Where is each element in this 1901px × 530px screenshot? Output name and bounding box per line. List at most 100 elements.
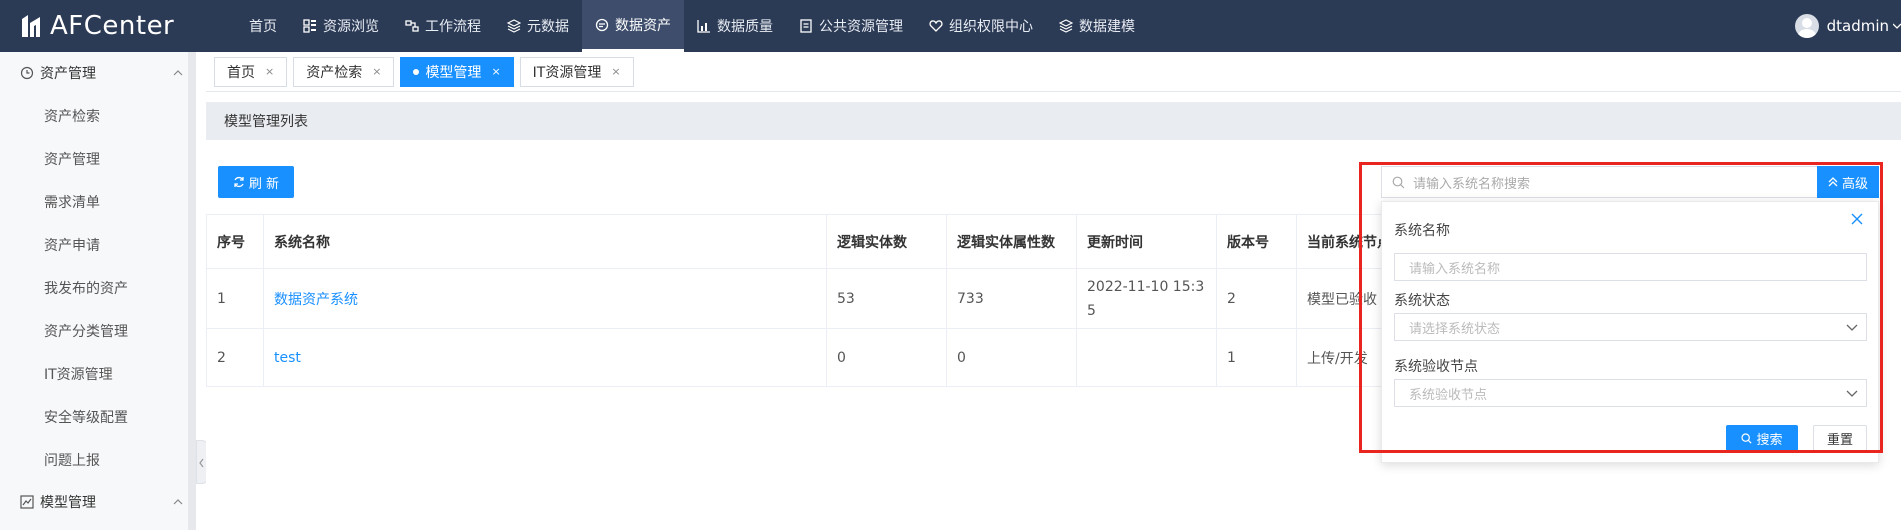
tab-it-resources[interactable]: IT资源管理 × [519,56,634,87]
system-name-label: 系统名称 [1394,223,1450,239]
chart-line-icon [20,495,34,509]
advanced-label: 高级 [1841,176,1868,192]
close-icon[interactable]: × [611,65,620,78]
nav-item-label: 工作流程 [425,19,481,35]
col-version: 版本号 [1216,214,1297,269]
sidebar-item-asset-application[interactable]: 资产申请 [0,223,195,266]
logo-text: AFCenter [50,11,175,41]
system-name-placeholder: 请输入系统名称 [1409,261,1501,277]
close-icon[interactable]: × [265,65,274,78]
cell-attributes: 0 [946,328,1077,387]
chevron-down-icon [1893,23,1901,29]
nav-item-data-quality[interactable]: 数据质量 [684,0,786,52]
nav-item-label: 首页 [249,19,277,35]
acceptance-node-placeholder: 系统验收节点 [1409,387,1488,403]
cell-attributes: 733 [946,268,1077,329]
heart-icon [929,20,943,32]
tab-model-management[interactable]: 模型管理 × [400,56,514,87]
tab-label: IT资源管理 [532,64,602,81]
nav-item-label: 数据资产 [615,17,671,34]
acceptance-node-select[interactable]: 系统验收节点 [1394,379,1867,407]
system-status-label: 系统状态 [1394,293,1450,309]
cell-updated: 2022-11-10 15:3 5 [1076,268,1217,329]
advanced-search-label: 搜索 [1756,432,1783,448]
chevron-up-icon [173,70,183,76]
table-header-row: 序号 系统名称 逻辑实体数 逻辑实体属性数 更新时间 版本号 当前系统节点 [206,214,1457,269]
refresh-label: 刷 新 [248,176,280,192]
sidebar-item-my-published-assets[interactable]: 我发布的资产 [0,266,195,309]
nav-item-label: 数据建模 [1079,19,1135,35]
panel-title: 模型管理列表 [206,102,1901,140]
active-dot-icon [413,68,420,75]
sidebar-item-issue-report[interactable]: 问题上报 [0,438,195,481]
tab-label: 首页 [227,64,255,81]
layers-icon [507,19,521,33]
system-name-link[interactable]: 数据资产系统 [263,268,827,329]
nav-item-label: 组织权限中心 [949,19,1033,35]
logo[interactable]: AFCenter [20,10,174,42]
reset-button[interactable]: 重置 [1813,425,1867,451]
close-icon[interactable] [1850,212,1864,226]
chevron-down-icon [1846,390,1858,397]
col-entities: 逻辑实体数 [826,214,947,269]
advanced-button[interactable]: 高级 [1817,166,1879,198]
advanced-search-button[interactable]: 搜索 [1726,425,1798,451]
nav-item-workflow[interactable]: 工作流程 [392,0,494,52]
asset-icon [595,18,609,31]
col-updated: 更新时间 [1076,214,1217,269]
sidebar-group-label: 资产管理 [40,66,96,82]
system-name-input[interactable]: 请输入系统名称 [1394,253,1867,281]
cell-updated [1076,328,1217,387]
search-bar: 请输入系统名称搜索 高级 [1381,166,1879,198]
sidebar-item-asset-management[interactable]: 资产管理 [0,137,195,180]
avatar [1794,14,1819,38]
folder-icon [800,19,812,33]
workflow-icon [405,20,419,32]
system-name-link[interactable]: test [263,328,827,387]
sidebar-item-security-level[interactable]: 安全等级配置 [0,395,195,438]
tab-asset-search[interactable]: 资产检索 × [293,56,395,87]
nav-item-data-assets[interactable]: 数据资产 [582,0,684,52]
sidebar-group-label: 模型管理 [40,495,96,511]
grid-icon [303,19,316,33]
sidebar-item-requirement-list[interactable]: 需求清单 [0,180,195,223]
nav-item-public-resources[interactable]: 公共资源管理 [786,0,916,52]
search-placeholder: 请输入系统名称搜索 [1413,176,1531,192]
refresh-button[interactable]: 刷 新 [218,166,294,198]
nav-item-data-modeling[interactable]: 数据建模 [1046,0,1148,52]
sidebar-item-asset-search[interactable]: 资产检索 [0,94,195,137]
nav-item-org-permissions[interactable]: 组织权限中心 [916,0,1046,52]
cell-index: 1 [206,268,264,329]
user-menu[interactable]: dtadmin [1794,0,1901,52]
sidebar-item-it-resources[interactable]: IT资源管理 [0,352,195,395]
cube-icon [1059,19,1073,33]
close-icon[interactable]: × [372,65,381,78]
acceptance-node-label: 系统验收节点 [1394,359,1478,375]
nav-item-metadata[interactable]: 元数据 [494,0,582,52]
clock-icon [20,66,34,80]
table-row: 1 数据资产系统 53 733 2022-11-10 15:3 5 2 模型已验… [206,268,1457,329]
cell-entities: 53 [826,268,947,329]
sidebar-scrollbar[interactable] [188,52,196,530]
nav-item-home[interactable]: 首页 [236,0,290,52]
chart-icon [697,20,710,33]
col-system-name: 系统名称 [263,214,827,269]
double-chevron-up-icon [1828,177,1838,187]
tab-home[interactable]: 首页 × [214,56,288,87]
sidebar-group-asset-management[interactable]: 资产管理 [0,52,195,94]
close-icon[interactable]: × [491,65,500,78]
user-name: dtadmin [1826,17,1889,35]
system-status-select[interactable]: 请选择系统状态 [1394,313,1867,341]
search-icon [1392,176,1405,188]
main-nav: 首页 资源浏览 工作流程 元数据 数据资产 数据质量 公共资源管理 组织权限中心… [236,0,1148,52]
top-navigation-bar: AFCenter 首页 资源浏览 工作流程 元数据 数据资产 数据质量 公共资源… [0,0,1901,52]
nav-item-resource-browse[interactable]: 资源浏览 [290,0,392,52]
col-index: 序号 [206,214,264,269]
nav-item-label: 资源浏览 [323,19,379,35]
model-table: 序号 系统名称 逻辑实体数 逻辑实体属性数 更新时间 版本号 当前系统节点 1 … [206,214,1457,387]
sidebar-item-asset-category[interactable]: 资产分类管理 [0,309,195,352]
sidebar-group-model-management[interactable]: 模型管理 [0,481,195,523]
tabs-bar: 首页 × 资产检索 × 模型管理 × IT资源管理 × [206,52,1901,92]
refresh-icon [234,176,244,188]
search-input[interactable]: 请输入系统名称搜索 [1381,166,1817,198]
